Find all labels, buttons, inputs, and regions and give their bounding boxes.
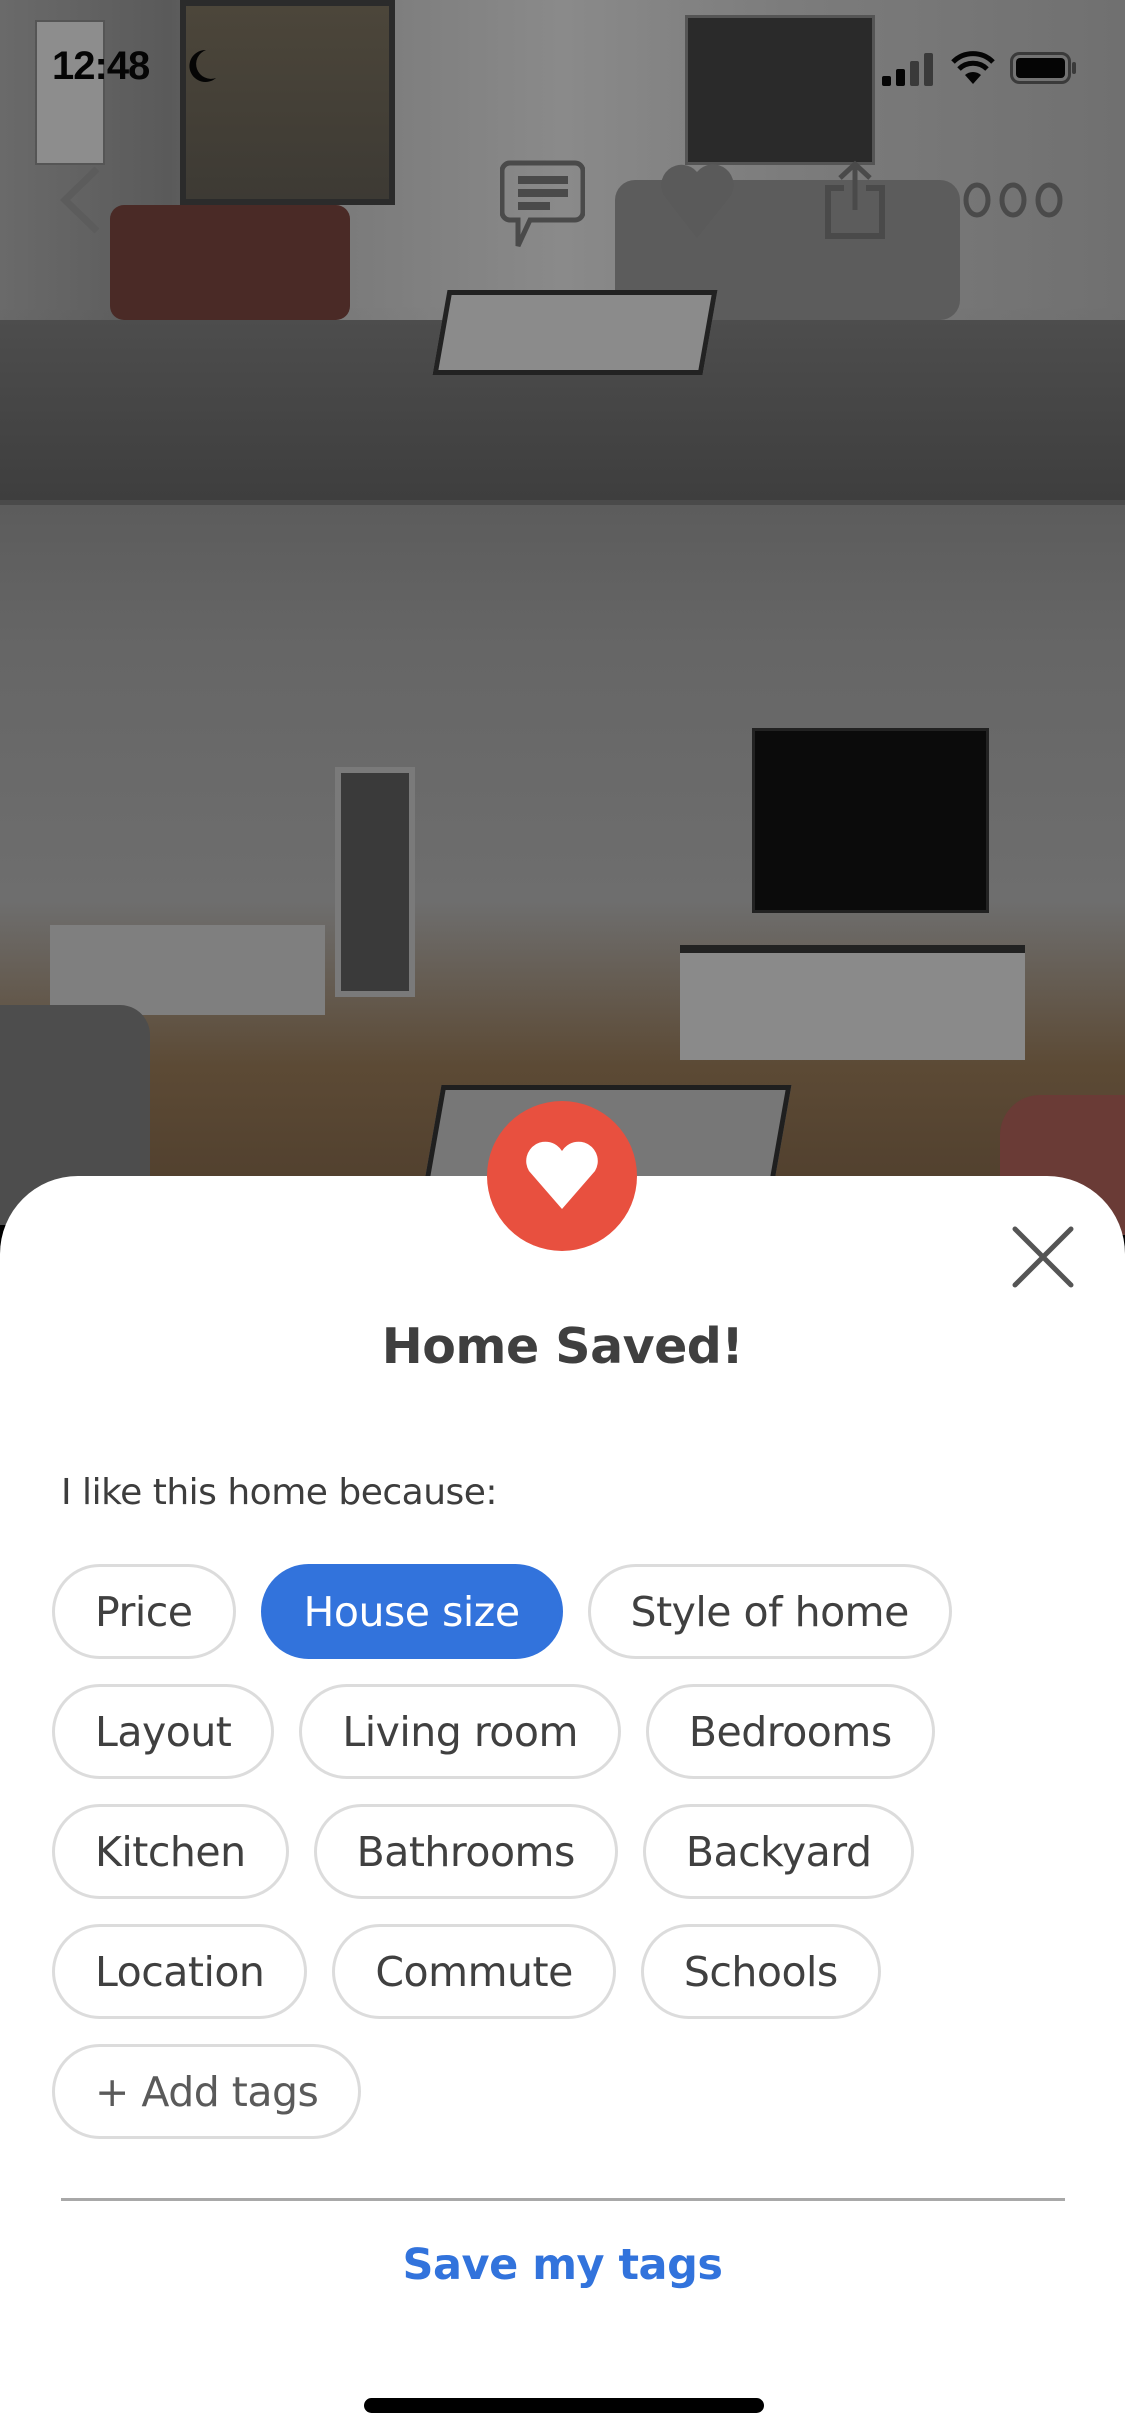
tag-chip-bathrooms[interactable]: Bathrooms [313, 1804, 618, 1899]
tag-row: Location Commute Schools [52, 1924, 1052, 2019]
saved-heart-badge [487, 1101, 637, 1251]
cellular-signal-icon [882, 53, 933, 86]
save-tags-button[interactable]: Save my tags [0, 2240, 1125, 2290]
tag-chip-layout[interactable]: Layout [52, 1684, 275, 1779]
tag-chip-house-size[interactable]: House size [260, 1564, 563, 1659]
tag-chip-location[interactable]: Location [52, 1924, 308, 2019]
share-icon[interactable] [820, 160, 890, 240]
tags-prompt: I like this home because: [61, 1472, 498, 1513]
more-icon[interactable] [963, 180, 1063, 220]
tag-chip-living-room[interactable]: Living room [299, 1684, 621, 1779]
tag-list: Price House size Style of home Layout Li… [52, 1564, 1052, 2164]
tag-chip-commute[interactable]: Commute [332, 1924, 616, 2019]
heart-icon[interactable] [660, 160, 735, 240]
chevron-left-icon[interactable] [55, 165, 105, 235]
photo-chair [110, 205, 350, 320]
tag-chip-kitchen[interactable]: Kitchen [52, 1804, 289, 1899]
close-icon[interactable] [1011, 1225, 1075, 1289]
tag-row: Kitchen Bathrooms Backyard [52, 1804, 1052, 1899]
status-time: 12:48 [52, 44, 150, 88]
tag-row: + Add tags [52, 2044, 1052, 2139]
tag-chip-bedrooms[interactable]: Bedrooms [645, 1684, 935, 1779]
home-indicator[interactable] [364, 2398, 764, 2413]
tag-chip-style-of-home[interactable]: Style of home [587, 1564, 952, 1659]
wifi-icon [951, 51, 995, 84]
photo-cabinet [680, 945, 1025, 1060]
divider [61, 2198, 1065, 2201]
moon-icon [189, 49, 216, 82]
add-tags-button[interactable]: + Add tags [52, 2044, 362, 2139]
tag-row: Layout Living room Bedrooms [52, 1684, 1052, 1779]
photo-door [335, 767, 415, 997]
chat-icon[interactable] [500, 160, 585, 250]
tag-chip-schools[interactable]: Schools [640, 1924, 881, 2019]
photo-cabinet [50, 925, 325, 1015]
tag-chip-price[interactable]: Price [52, 1564, 236, 1659]
photo-table [432, 290, 718, 375]
tag-chip-backyard[interactable]: Backyard [642, 1804, 915, 1899]
status-bar: 12:48 [0, 0, 1125, 135]
battery-icon [1010, 52, 1076, 84]
heart-icon [526, 1141, 598, 1209]
tag-row: Price House size Style of home [52, 1564, 1052, 1659]
photo-tv [752, 728, 989, 913]
sheet-title: Home Saved! [381, 1318, 744, 1375]
